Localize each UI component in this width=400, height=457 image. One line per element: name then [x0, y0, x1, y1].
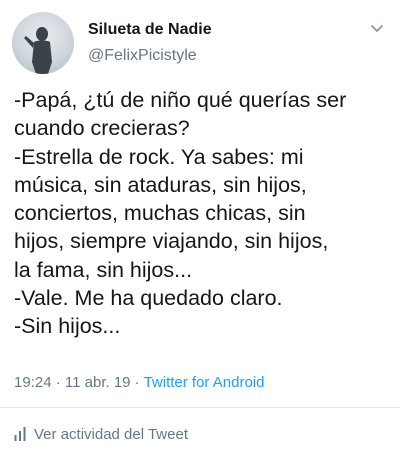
- tweet-text-line: -Sin hijos...: [14, 314, 121, 339]
- author-display-name[interactable]: Silueta de Nadie: [88, 20, 212, 40]
- meta-separator: ·: [51, 374, 65, 391]
- tweet-text-line: -Estrella de rock. Ya sabes: mi: [14, 144, 304, 169]
- tweet-text: -Papá, ¿tú de niño qué querías ser cuand…: [14, 86, 390, 341]
- tweet-meta: 19:24 · 11 abr. 19 · Twitter for Android: [14, 373, 264, 393]
- tweet-header: Silueta de Nadie @FelixPicistyle: [12, 12, 388, 76]
- tweet-text-line: la fama, sin hijos...: [14, 257, 193, 282]
- avatar[interactable]: [12, 12, 74, 74]
- tweet-card: Silueta de Nadie @FelixPicistyle -Papá, …: [0, 0, 400, 457]
- tweet-text-line: conciertos, muchas chicas, sin: [14, 201, 306, 226]
- tweet-text-line: -Vale. Me ha quedado claro.: [14, 286, 283, 311]
- chevron-down-icon[interactable]: [370, 24, 384, 34]
- tweet-date[interactable]: 11 abr. 19: [65, 374, 131, 391]
- tweet-source-link[interactable]: Twitter for Android: [144, 374, 265, 391]
- divider: [0, 407, 400, 408]
- tweet-text-line: música, sin ataduras, sin hijos,: [14, 172, 307, 197]
- view-tweet-activity-label: Ver actividad del Tweet: [34, 425, 188, 443]
- tweet-text-line: hijos, siempre viajando, sin hijos,: [14, 229, 329, 254]
- meta-separator: ·: [130, 374, 144, 391]
- author-handle[interactable]: @FelixPicistyle: [88, 46, 212, 66]
- bar-chart-icon: [14, 427, 26, 441]
- tweet-text-line: -Papá, ¿tú de niño qué querías ser: [14, 88, 347, 112]
- silhouette-icon: [24, 27, 52, 74]
- tweet-time[interactable]: 19:24: [14, 374, 52, 391]
- tweet-text-line: cuando crecieras?: [14, 116, 190, 141]
- author-names: Silueta de Nadie @FelixPicistyle: [88, 20, 212, 66]
- view-tweet-activity-button[interactable]: Ver actividad del Tweet: [14, 423, 188, 445]
